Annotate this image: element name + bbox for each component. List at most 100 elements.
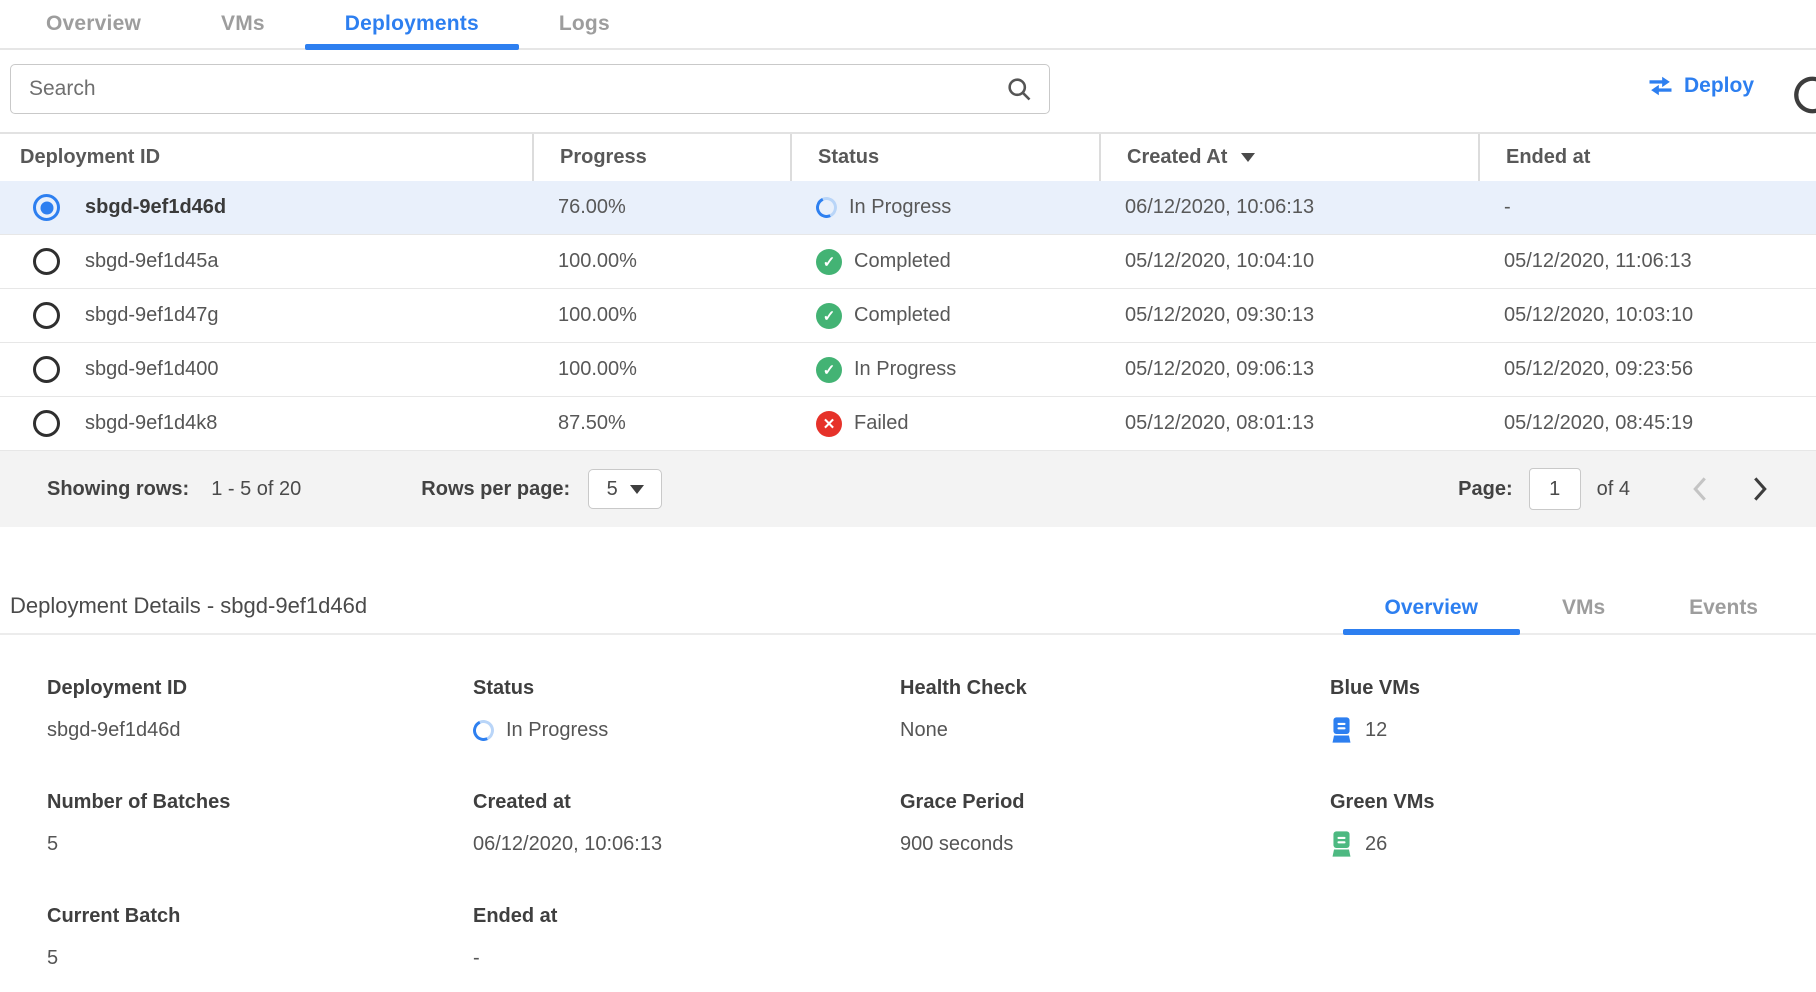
status-label: Completed (854, 304, 951, 327)
row-radio[interactable] (33, 356, 60, 383)
ended-at-value: 05/12/2020, 08:45:19 (1478, 412, 1816, 435)
ended-at-value: 05/12/2020, 11:06:13 (1478, 250, 1816, 273)
previous-page-chevron-icon[interactable] (1670, 476, 1730, 502)
deploy-button-label: Deploy (1684, 74, 1754, 98)
showing-rows-label: Showing rows: (47, 478, 189, 501)
details-tabbar: Overview VMs Events (1343, 583, 1800, 633)
deployments-page: Overview VMs Deployments Logs D (0, 0, 1816, 992)
field-value: 06/12/2020, 10:06:13 (473, 833, 662, 856)
table-header: Deployment ID Progress Status Created At… (0, 134, 1816, 181)
field-number-of-batches: Number of Batches 5 (47, 791, 473, 858)
row-radio-selected[interactable] (33, 194, 60, 221)
progress-value: 100.00% (532, 250, 790, 273)
main-tabbar: Overview VMs Deployments Logs (0, 0, 1816, 50)
vm-blue-icon (1330, 716, 1353, 744)
search-input[interactable] (11, 77, 1005, 101)
field-label: Ended at (473, 905, 900, 928)
field-label: Created at (473, 791, 900, 814)
field-label: Current Batch (47, 905, 473, 928)
details-grid: Deployment ID sbgd-9ef1d46d Status In Pr… (0, 635, 1816, 972)
page-label: Page: (1458, 478, 1512, 501)
tab-logs[interactable]: Logs (519, 0, 650, 48)
table-row[interactable]: sbgd-9ef1d4k8 87.50% Failed 05/12/2020, … (0, 397, 1816, 451)
deployment-id: sbgd-9ef1d47g (85, 304, 218, 327)
status-label: In Progress (854, 358, 956, 381)
field-label: Health Check (900, 677, 1330, 700)
created-at-value: 05/12/2020, 08:01:13 (1099, 412, 1478, 435)
refresh-icon[interactable] (1788, 72, 1816, 120)
field-value: In Progress (506, 719, 608, 742)
table-row[interactable]: sbgd-9ef1d47g 100.00% Completed 05/12/20… (0, 289, 1816, 343)
created-at-label: Created At (1127, 146, 1227, 169)
tab-deployments[interactable]: Deployments (305, 0, 519, 48)
field-label: Grace Period (900, 791, 1330, 814)
field-value: None (900, 719, 948, 742)
created-at-value: 05/12/2020, 09:30:13 (1099, 304, 1478, 327)
details-title: Deployment Details - sbgd-9ef1d46d (0, 593, 367, 633)
field-label: Deployment ID (47, 677, 473, 700)
tab-overview[interactable]: Overview (6, 0, 181, 48)
column-header-progress[interactable]: Progress (532, 134, 790, 181)
field-green-vms: Green VMs 26 (1330, 791, 1816, 858)
deployment-id: sbgd-9ef1d46d (85, 196, 226, 219)
field-created-at: Created at 06/12/2020, 10:06:13 (473, 791, 900, 858)
deployment-id: sbgd-9ef1d45a (85, 250, 218, 273)
deployment-id: sbgd-9ef1d400 (85, 358, 218, 381)
in-progress-spinner-icon (813, 194, 840, 221)
table-row[interactable]: sbgd-9ef1d46d 76.00% In Progress 06/12/2… (0, 181, 1816, 235)
column-header-ended-at[interactable]: Ended at (1478, 134, 1816, 181)
showing-rows-value: 1 - 5 of 20 (211, 478, 301, 501)
created-at-value: 06/12/2020, 10:06:13 (1099, 196, 1478, 219)
sort-descending-icon (1241, 153, 1255, 162)
completed-check-icon (816, 357, 842, 383)
next-page-chevron-icon[interactable] (1730, 476, 1790, 502)
created-at-value: 05/12/2020, 09:06:13 (1099, 358, 1478, 381)
details-tab-overview[interactable]: Overview (1343, 583, 1520, 633)
field-blue-vms: Blue VMs 12 (1330, 677, 1816, 744)
created-at-value: 05/12/2020, 10:04:10 (1099, 250, 1478, 273)
table-row[interactable]: sbgd-9ef1d45a 100.00% Completed 05/12/20… (0, 235, 1816, 289)
field-value: sbgd-9ef1d46d (47, 719, 180, 742)
progress-value: 87.50% (532, 412, 790, 435)
field-value: 5 (47, 947, 58, 970)
row-radio[interactable] (33, 410, 60, 437)
deployment-id: sbgd-9ef1d4k8 (85, 412, 217, 435)
field-value: - (473, 947, 480, 970)
column-header-status[interactable]: Status (790, 134, 1099, 181)
details-tab-vms[interactable]: VMs (1520, 583, 1647, 633)
column-header-deployment-id[interactable]: Deployment ID (0, 134, 532, 181)
rows-per-page-select[interactable]: 5 (588, 469, 662, 509)
field-label: Number of Batches (47, 791, 473, 814)
column-header-created-at[interactable]: Created At (1099, 134, 1478, 181)
status-label: In Progress (849, 196, 951, 219)
progress-value: 100.00% (532, 304, 790, 327)
table-row[interactable]: sbgd-9ef1d400 100.00% In Progress 05/12/… (0, 343, 1816, 397)
field-health-check: Health Check None (900, 677, 1330, 744)
field-deployment-id: Deployment ID sbgd-9ef1d46d (47, 677, 473, 744)
chevron-down-icon (630, 485, 644, 494)
rows-per-page-value: 5 (607, 478, 618, 501)
details-header: Deployment Details - sbgd-9ef1d46d Overv… (0, 583, 1816, 635)
completed-check-icon (816, 303, 842, 329)
details-tab-events[interactable]: Events (1647, 583, 1800, 633)
row-radio[interactable] (33, 302, 60, 329)
progress-value: 76.00% (532, 196, 790, 219)
deploy-button[interactable]: Deploy (1647, 74, 1754, 98)
field-value: 5 (47, 833, 58, 856)
status-label: Completed (854, 250, 951, 273)
field-current-batch: Current Batch 5 (47, 905, 473, 972)
field-grace-period: Grace Period 900 seconds (900, 791, 1330, 858)
tab-vms[interactable]: VMs (181, 0, 305, 48)
field-label: Status (473, 677, 900, 700)
page-input[interactable] (1529, 468, 1581, 510)
completed-check-icon (816, 249, 842, 275)
vm-green-icon (1330, 830, 1353, 858)
ended-at-value: 05/12/2020, 09:23:56 (1478, 358, 1816, 381)
row-radio[interactable] (33, 248, 60, 275)
status-label: Failed (854, 412, 908, 435)
rows-per-page-label: Rows per page: (421, 478, 570, 501)
field-status: Status In Progress (473, 677, 900, 744)
field-value: 26 (1365, 833, 1387, 856)
ended-at-value: - (1478, 196, 1816, 219)
swap-arrows-icon (1647, 75, 1674, 97)
